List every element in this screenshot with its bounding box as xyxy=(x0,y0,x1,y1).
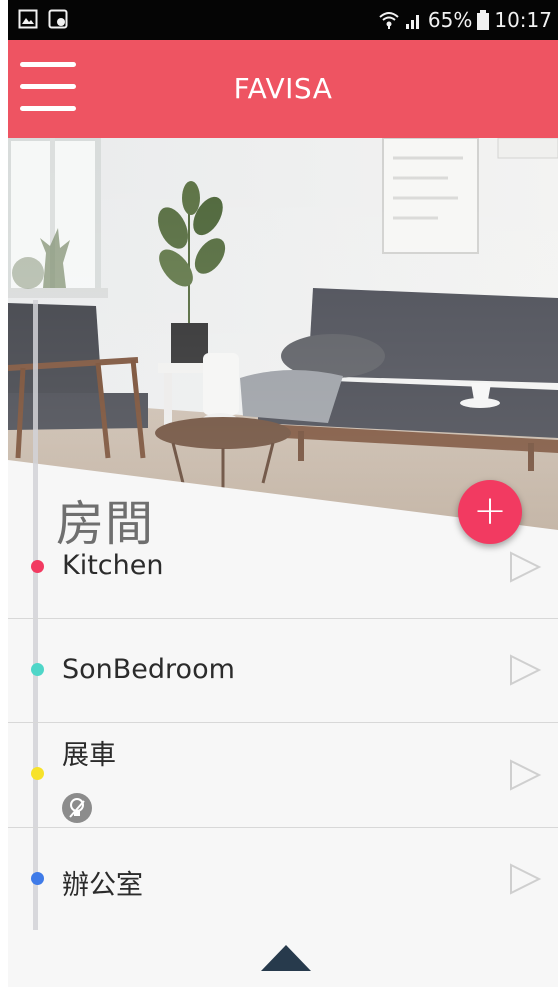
wifi-icon xyxy=(379,12,399,29)
room-item-showcar[interactable]: 展車 xyxy=(8,723,558,828)
app-bar: FAVISA xyxy=(8,40,558,138)
signal-icon xyxy=(405,15,419,29)
room-name: Kitchen xyxy=(62,550,164,581)
status-right-icons: 65% 10:17 xyxy=(378,6,552,34)
room-name: 展車 xyxy=(62,740,116,771)
room-item-office[interactable]: 辦公室 xyxy=(8,828,558,928)
status-left-icons xyxy=(18,9,68,29)
room-name: 辦公室 xyxy=(62,870,143,901)
room-item-kitchen[interactable]: Kitchen xyxy=(8,520,558,619)
room-dot xyxy=(31,872,44,885)
room-dot xyxy=(31,560,44,573)
app-screen: 65% 10:17 FAVISA 房間 + Kitchen SonBedroom… xyxy=(8,0,558,987)
play-outline-icon[interactable] xyxy=(508,550,542,584)
play-outline-icon[interactable] xyxy=(508,653,542,687)
app-title: FAVISA xyxy=(233,72,333,105)
room-item-sonbedroom[interactable]: SonBedroom xyxy=(8,619,558,723)
room-name: SonBedroom xyxy=(62,654,235,685)
battery-icon xyxy=(477,10,490,30)
play-outline-icon[interactable] xyxy=(508,758,542,792)
notification-icon xyxy=(48,9,68,29)
hero-room-illustration xyxy=(8,138,558,538)
lightbulb-icon xyxy=(62,793,92,823)
clock: 10:17 xyxy=(494,8,552,32)
image-icon xyxy=(18,9,38,29)
room-dot xyxy=(31,767,44,780)
battery-percent: 65% xyxy=(427,8,473,32)
room-dot xyxy=(31,663,44,676)
status-bar: 65% 10:17 xyxy=(8,0,558,40)
play-outline-icon[interactable] xyxy=(508,862,542,896)
triangle-up-icon[interactable] xyxy=(261,945,311,971)
